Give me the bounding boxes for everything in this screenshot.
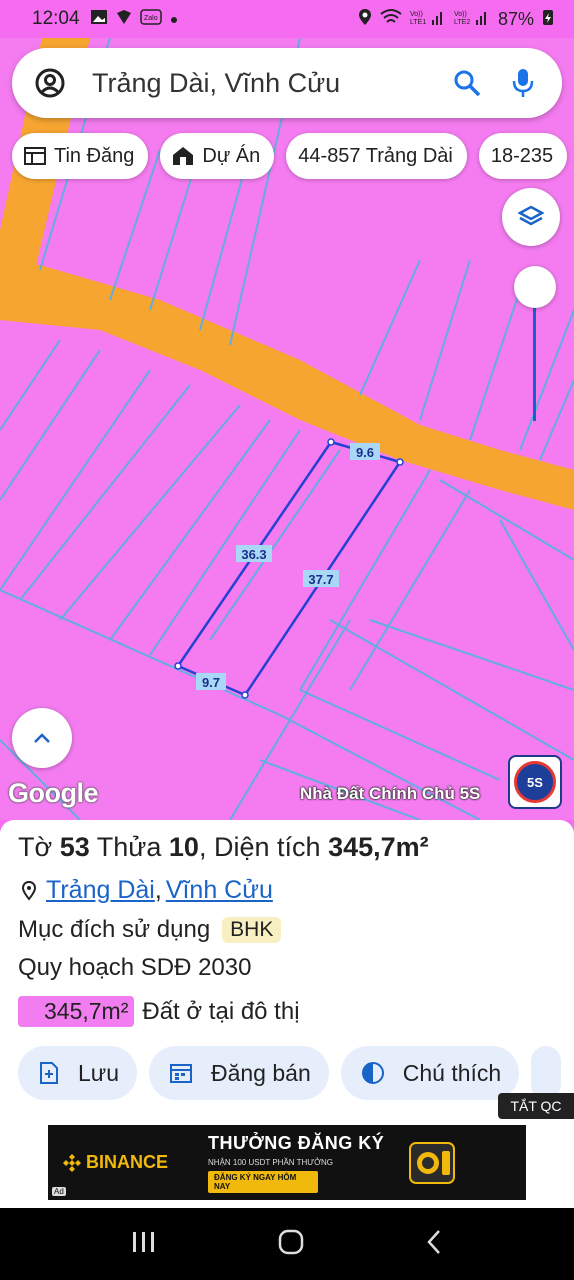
action-row: Lưu Đăng bán Chú thích [18,1046,562,1100]
recent-apps-icon[interactable] [131,1230,157,1259]
layers-icon [518,205,544,226]
contrast-icon [361,1062,384,1084]
opacity-slider-handle[interactable] [514,266,556,308]
gallery-icon [90,9,108,29]
ad-banner[interactable]: BINANCE THƯỞNG ĐĂNG KÝ NHẬN 100 USDT PHẦ… [48,1125,526,1200]
area-label: Diện tích [213,832,321,862]
location-separator: , [154,876,162,904]
area-value: 345,7m² [328,832,429,862]
plan-use: Đất ở tại đô thị [142,997,300,1025]
project-icon [173,147,194,165]
volte1-signal-icon: Vo)) LTE1 [410,8,446,31]
plot-vertex [241,691,249,699]
ad-headline: THƯỞNG ĐĂNG KÝ [208,1132,385,1153]
ad-wallet-graphic [409,1141,456,1184]
location-link-district[interactable]: Vĩnh Cửu [166,876,273,905]
svg-text:LTE1: LTE1 [410,19,426,26]
search-bar[interactable]: Trảng Dài, Vĩnh Cửu [12,48,562,118]
save-button[interactable]: Lưu [18,1046,137,1100]
ad-cta[interactable]: ĐĂNG KÝ NGAY HÔM NAY [208,1170,319,1193]
search-input[interactable]: Trảng Dài, Vĩnh Cửu [92,68,428,99]
battery-text: 87% [497,8,534,29]
chip-label: Tin Đăng [54,144,135,167]
plan-row: 345,7m² Đất ở tại đô thị [18,996,300,1027]
calendar-icon [169,1064,192,1083]
thua-value: 10 [168,832,199,862]
selected-plot[interactable] [176,440,402,697]
opacity-slider-track[interactable] [533,306,536,421]
chip-parcel-1[interactable]: 44-857 Trảng Dài [286,133,467,179]
location-pin-icon [21,880,37,901]
chevron-up-icon [34,733,50,743]
shield-icon [116,9,132,29]
home-icon[interactable] [278,1229,304,1260]
wifi-icon [380,8,402,31]
svg-text:Vo)): Vo)) [410,11,423,18]
status-bar: 12:04 Zalo Vo)) LTE1 Vo)) LTE2 87% [0,0,574,38]
location-link-ward[interactable]: Trảng Dài [46,876,155,905]
dim-bottom-label: 9.7 [202,675,220,690]
system-nav-bar [0,1208,574,1280]
brand-label: Nhà Đất Chính Chủ 5S [300,784,481,803]
location-icon [358,8,372,31]
purpose-label: Mục đích sử dụng [18,916,211,943]
to-value: 53 [59,832,90,862]
svg-text:Zalo: Zalo [144,15,158,22]
parcel-location: Trảng Dài , Vĩnh Cửu [18,876,273,905]
purpose-badge: BHK [222,917,282,943]
brand-logo-mark: 5S [514,761,556,803]
binance-icon [63,1153,81,1172]
dim-right-label: 37.7 [308,572,333,587]
layers-button[interactable] [502,188,560,246]
battery-charging-icon [542,8,554,31]
search-icon[interactable] [450,66,484,100]
chip-label: 44-857 Trảng Dài [298,144,453,167]
plot-vertex [327,438,335,446]
microphone-icon[interactable] [506,66,540,100]
back-icon[interactable] [425,1229,443,1260]
ad-brand: BINANCE [86,1152,169,1172]
listing-icon [24,147,46,165]
svg-text:LTE2: LTE2 [454,19,470,26]
legend-label: Chú thích [402,1059,502,1086]
clock: 12:04 [32,8,80,29]
close-ad-button[interactable]: TẮT QC [498,1093,574,1119]
post-sale-button[interactable]: Đăng bán [148,1046,329,1100]
plot-vertex [396,458,404,466]
ad-subline: NHẬN 100 USDT PHẦN THƯỞNG [208,1157,333,1167]
zalo-icon: Zalo [139,9,162,29]
dim-left-label: 36.3 [241,547,266,562]
plot-vertex [174,662,182,670]
legend-button[interactable]: Chú thích [340,1046,520,1100]
svg-text:Vo)): Vo)) [454,11,467,18]
chip-tin-dang[interactable]: Tin Đăng [12,133,149,179]
account-icon[interactable] [34,67,66,99]
plan-area-tag: 345,7m² [18,996,135,1027]
dot-icon [170,11,178,28]
expand-up-button[interactable] [12,708,72,768]
chip-du-an[interactable]: Dự Án [160,133,275,179]
ad-mark: Ad [52,1187,66,1196]
volte2-signal-icon: Vo)) LTE2 [454,8,490,31]
google-logo: Google [8,778,99,808]
more-actions-button[interactable] [531,1046,562,1100]
ad-copy: THƯỞNG ĐĂNG KÝ NHẬN 100 USDT PHẦN THƯỞNG… [208,1133,384,1193]
land-purpose: Mục đích sử dụng BHK [18,916,282,944]
chip-label: Dự Án [202,144,261,167]
thua-label: Thửa [96,832,162,862]
plan-title: Quy hoạch SDĐ 2030 [18,954,252,981]
parcel-title: Tờ 53 Thửa 10, Diện tích 345,7m² [18,832,429,862]
chip-parcel-2[interactable]: 18-235 [478,133,568,179]
brand-logo[interactable]: 5S [508,755,562,809]
save-label: Lưu [78,1059,119,1086]
filter-chips: Tin Đăng Dự Án 44-857 Trảng Dài 18-235 [12,133,568,179]
to-label: Tờ [18,832,53,862]
binance-logo: BINANCE [62,1152,168,1173]
post-sale-label: Đăng bán [210,1059,311,1086]
dim-top-label: 9.6 [356,445,374,460]
chip-label: 18-235 [490,144,554,167]
save-add-icon [40,1062,58,1084]
